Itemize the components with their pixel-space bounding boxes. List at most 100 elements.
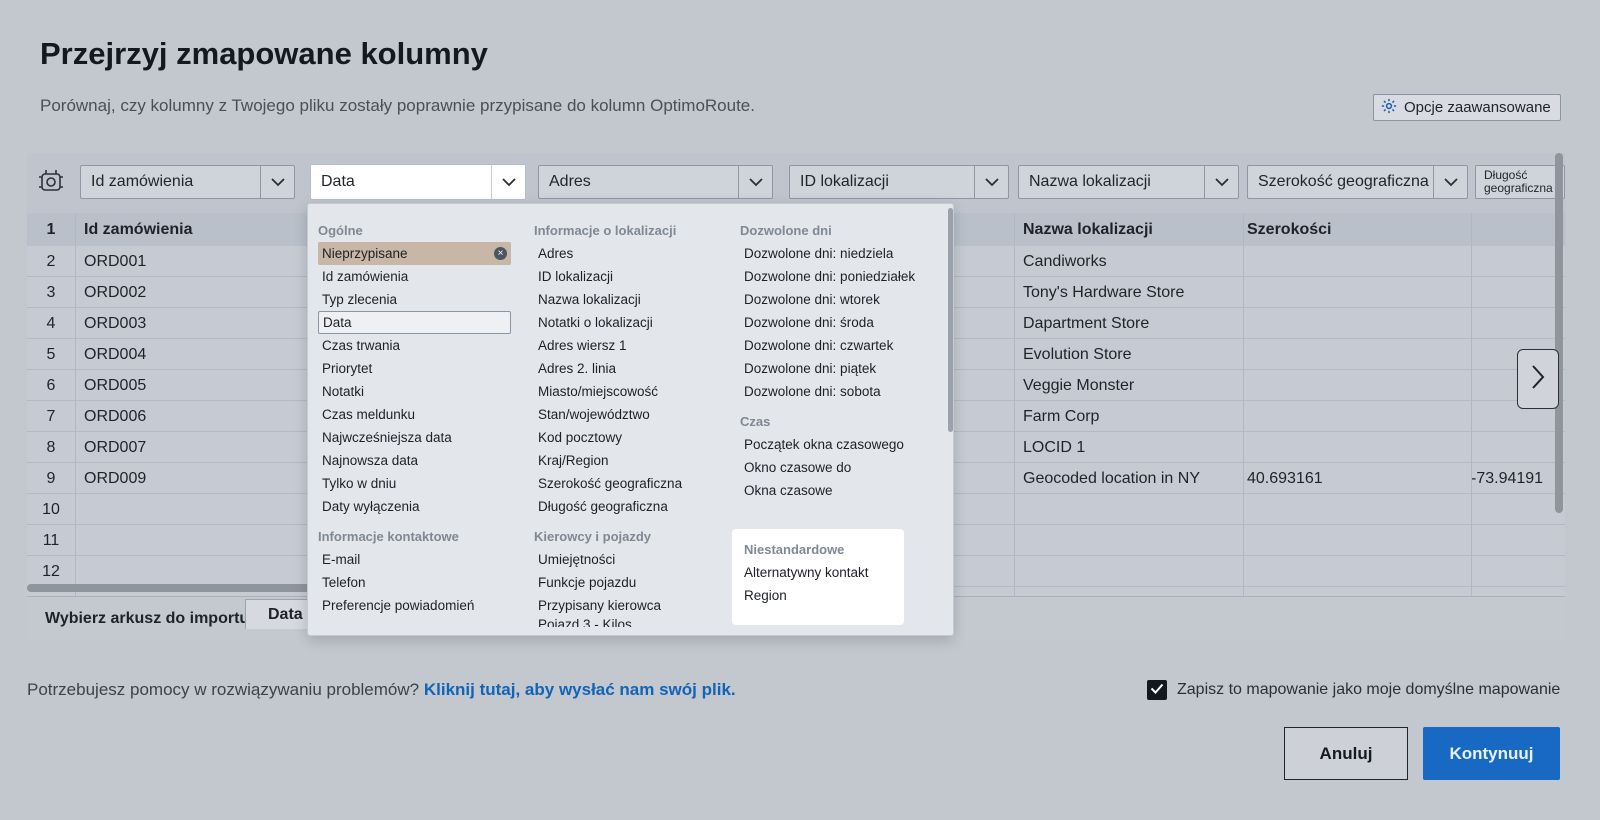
option-alternative-contact[interactable]: Alternatywny kontakt	[744, 561, 892, 584]
group-title-custom: Niestandardowe	[744, 541, 845, 557]
column-divider	[75, 213, 76, 601]
cell-latitude: 40.693161	[1247, 469, 1323, 487]
option-address-line-2[interactable]: Adres 2. linia	[534, 357, 734, 380]
option-email[interactable]: E-mail	[318, 548, 518, 571]
row-number: 2	[46, 252, 56, 270]
option-postal-code[interactable]: Kod pocztowy	[534, 426, 734, 449]
checkbox-checked[interactable]	[1147, 680, 1167, 700]
option-day-saturday[interactable]: Dozwolone dni: sobota	[740, 380, 940, 403]
send-file-link[interactable]: Kliknij tutaj, aby wysłać nam swój plik.	[424, 680, 736, 699]
option-day-thursday[interactable]: Dozwolone dni: czwartek	[740, 334, 940, 357]
header-cell-order-id: Id zamówienia	[84, 220, 193, 238]
option-only-on-day[interactable]: Tylko w dniu	[318, 472, 518, 495]
cell-longitude: -73.94191	[1471, 469, 1544, 487]
option-location-notes[interactable]: Notatki o lokalizacji	[534, 311, 734, 334]
option-vehicle-features[interactable]: Funkcje pojazdu	[534, 571, 734, 594]
option-unassigned[interactable]: Nieprzypisane ×	[318, 242, 511, 265]
chevron-down-icon	[1204, 166, 1238, 198]
help-text: Potrzebujesz pomocy w rozwiązywaniu prob…	[27, 680, 736, 700]
option-day-tuesday[interactable]: Dozwolone dni: wtorek	[740, 288, 940, 311]
horizontal-scrollbar[interactable]	[27, 584, 327, 592]
group-title-contact: Informacje kontaktowe	[318, 528, 459, 544]
header-cell-latitude: Szerokości	[1247, 220, 1332, 238]
option-order-id[interactable]: Id zamówienia	[318, 265, 518, 288]
clear-icon[interactable]: ×	[494, 247, 507, 260]
option-address[interactable]: Adres	[534, 242, 734, 265]
column-select-value: Data	[321, 173, 355, 190]
row-number: 1	[46, 220, 56, 238]
option-vehicle-3[interactable]: Pojazd 3 - Kilos	[534, 617, 734, 627]
column-select-value: Id zamówienia	[91, 173, 194, 190]
chevron-down-icon	[1433, 166, 1467, 198]
option-priority[interactable]: Priorytet	[318, 357, 518, 380]
row-number: 4	[46, 314, 56, 332]
save-default-label: Zapisz to mapowanie jako moje domyślne m…	[1177, 681, 1561, 698]
option-time-window-start[interactable]: Początek okna czasowego	[740, 433, 940, 456]
option-day-sunday[interactable]: Dozwolone dni: niedziela	[740, 242, 940, 265]
option-notes[interactable]: Notatki	[318, 380, 518, 403]
option-notification-prefs[interactable]: Preferencje powiadomień	[318, 594, 518, 617]
option-latest-date[interactable]: Najnowsza data	[318, 449, 518, 472]
dropdown-scrollbar[interactable]	[948, 208, 953, 432]
option-day-friday[interactable]: Dozwolone dni: piątek	[740, 357, 940, 380]
row-number: 5	[46, 345, 56, 363]
option-day-wednesday[interactable]: Dozwolone dni: środa	[740, 311, 940, 334]
group-title-allowed-days: Dozwolone dni	[740, 222, 832, 238]
cancel-button[interactable]: Anuluj	[1284, 727, 1408, 780]
cell-location-name: Geocoded location in NY	[1023, 469, 1200, 487]
group-title-location: Informacje o lokalizacji	[534, 222, 677, 238]
cell-location-name: Evolution Store	[1023, 345, 1132, 363]
option-time-windows[interactable]: Okna czasowe	[740, 479, 940, 502]
cell-location-name: LOCID 1	[1023, 438, 1086, 456]
row-number: 3	[46, 283, 56, 301]
cell-order-id: ORD003	[84, 314, 147, 332]
row-number: 8	[46, 438, 56, 456]
option-time-window-end[interactable]: Okno czasowe do	[740, 456, 940, 479]
cell-location-name: Candiworks	[1023, 252, 1107, 270]
column-select-4[interactable]: ID lokalizacji	[789, 165, 1009, 199]
scroll-right-button[interactable]	[1517, 349, 1559, 409]
option-skills[interactable]: Umiejętności	[534, 548, 734, 571]
custom-fields-box: Niestandardowe Alternatywny kontakt Regi…	[732, 529, 904, 625]
column-select-6[interactable]: Szerokość geograficzna	[1247, 165, 1468, 199]
cell-order-id: ORD006	[84, 407, 147, 425]
chevron-right-icon	[1531, 364, 1545, 395]
option-assigned-driver[interactable]: Przypisany kierowca	[534, 594, 734, 617]
column-select-7[interactable]: Długość geograficzna	[1475, 165, 1565, 199]
save-default-mapping[interactable]: Zapisz to mapowanie jako moje domyślne m…	[1147, 680, 1560, 700]
vertical-scrollbar[interactable]	[1555, 153, 1563, 513]
option-longitude[interactable]: Długość geograficzna	[534, 495, 734, 518]
column-divider	[1243, 213, 1244, 601]
option-order-type[interactable]: Typ zlecenia	[318, 288, 518, 311]
option-city[interactable]: Miasto/miejscowość	[534, 380, 734, 403]
column-select-5[interactable]: Nazwa lokalizacji	[1018, 165, 1239, 199]
option-latitude[interactable]: Szerokość geograficzna	[534, 472, 734, 495]
toggle-columns-icon[interactable]	[38, 169, 64, 195]
option-location-id[interactable]: ID lokalizacji	[534, 265, 734, 288]
option-state[interactable]: Stan/województwo	[534, 403, 734, 426]
option-checkin-time[interactable]: Czas meldunku	[318, 403, 518, 426]
continue-button[interactable]: Kontynuuj	[1423, 727, 1560, 780]
option-date[interactable]: Data	[318, 311, 511, 334]
cell-location-name: Tony's Hardware Store	[1023, 283, 1185, 301]
column-select-1[interactable]: Id zamówienia	[80, 165, 295, 199]
option-duration[interactable]: Czas trwania	[318, 334, 518, 357]
cell-order-id: ORD001	[84, 252, 147, 270]
cell-order-id: ORD007	[84, 438, 147, 456]
option-country[interactable]: Kraj/Region	[534, 449, 734, 472]
option-location-name[interactable]: Nazwa lokalizacji	[534, 288, 734, 311]
option-phone[interactable]: Telefon	[318, 571, 518, 594]
column-select-2[interactable]: Data	[310, 164, 526, 200]
advanced-options-button[interactable]: Opcje zaawansowane	[1373, 94, 1561, 121]
option-region[interactable]: Region	[744, 584, 892, 607]
sheet-selector-label: Wybierz arkusz do importu:	[45, 610, 255, 627]
option-earliest-date[interactable]: Najwcześniejsza data	[318, 426, 518, 449]
column-select-3[interactable]: Adres	[538, 165, 773, 199]
page-subtitle: Porównaj, czy kolumny z Twojego pliku zo…	[40, 96, 755, 115]
column-type-dropdown: Ogólne Nieprzypisane × Id zamówienia Typ…	[307, 203, 954, 636]
option-day-monday[interactable]: Dozwolone dni: poniedziałek	[740, 265, 940, 288]
row-number: 7	[46, 407, 56, 425]
option-excluded-dates[interactable]: Daty wyłączenia	[318, 495, 518, 518]
option-address-line-1[interactable]: Adres wiersz 1	[534, 334, 734, 357]
cell-location-name: Veggie Monster	[1023, 376, 1135, 394]
